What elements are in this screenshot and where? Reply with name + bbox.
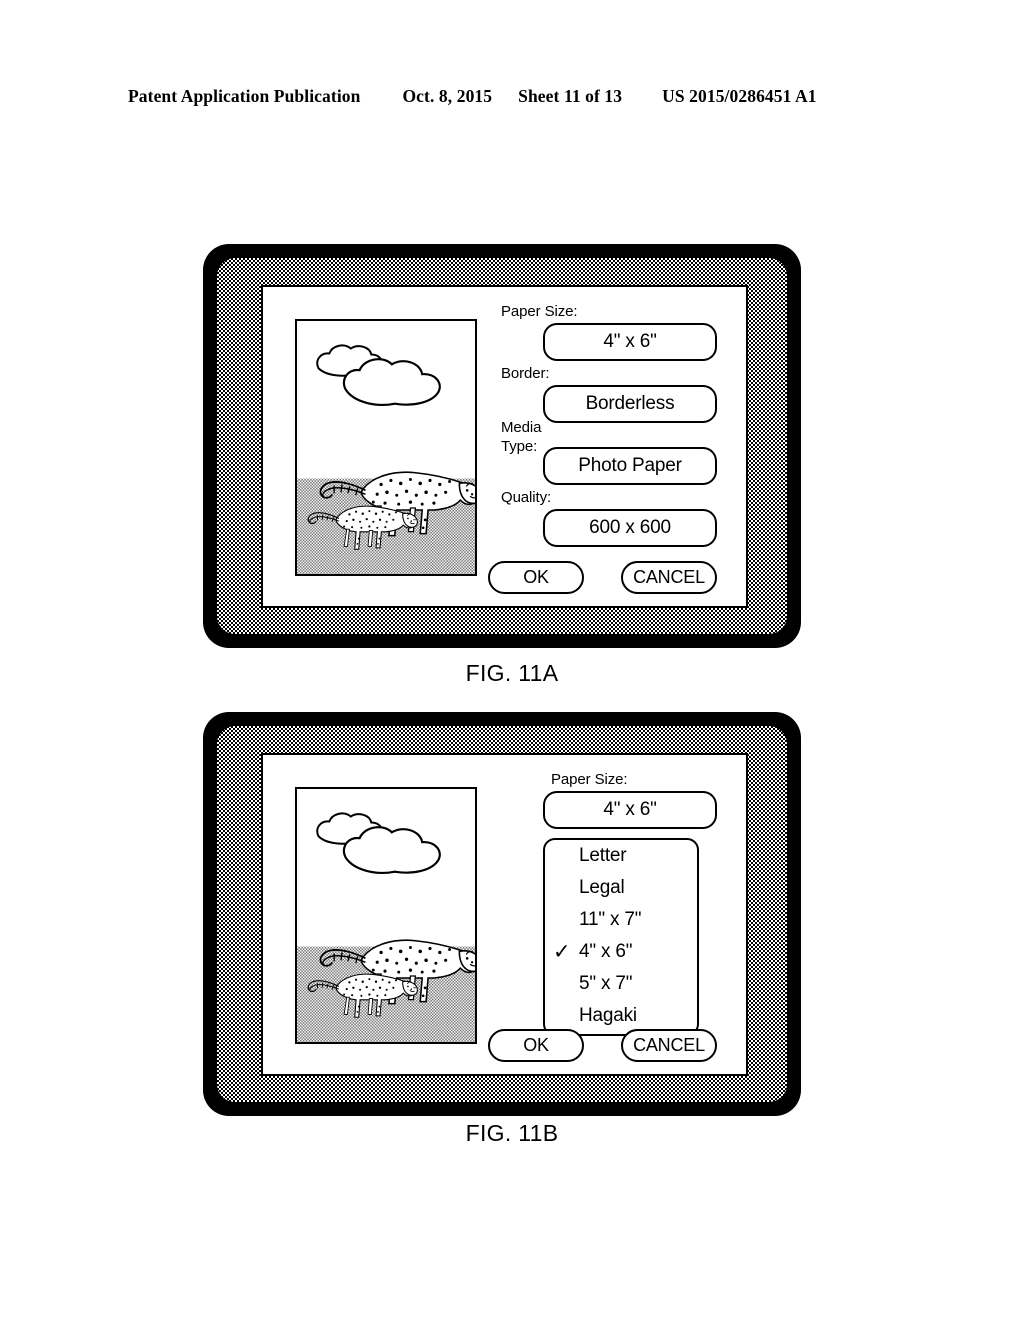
dropdown-option[interactable]: ✓ 11" x 7" (545, 904, 697, 936)
paper-size-label: Paper Size: (551, 771, 628, 788)
dropdown-option-label: Legal (579, 877, 625, 898)
media-type-label-line2: Type: (501, 438, 538, 455)
dropdown-option[interactable]: ✓ Legal (545, 872, 697, 904)
publication-label: Patent Application Publication (128, 86, 361, 106)
paper-size-combo[interactable]: 4" x 6" (543, 323, 717, 361)
dropdown-option[interactable]: ✓ Letter (545, 840, 697, 872)
ok-button[interactable]: OK (488, 561, 584, 594)
sheet-number: Sheet 11 of 13 (518, 86, 623, 106)
paper-size-combo[interactable]: 4" x 6" (543, 791, 717, 829)
dropdown-option-label: Hagaki (579, 1005, 637, 1026)
border-label: Border: (501, 365, 550, 382)
cheetah-photo-illustration (297, 321, 475, 574)
figure-caption-11b: FIG. 11B (465, 1120, 559, 1146)
media-type-label-line1: Media (501, 419, 542, 436)
dropdown-option-label: 4" x 6" (579, 941, 633, 962)
print-settings-panel-11a: Paper Size: 4" x 6" Border: Borderless M… (488, 297, 743, 602)
device-mockup-11b: Paper Size: 4" x 6" ✓ Letter ✓ Legal ✓ 1… (203, 712, 801, 1116)
patent-number: US 2015/0286451 A1 (662, 86, 817, 106)
dropdown-option[interactable]: ✓ 5" x 7" (545, 968, 697, 1000)
ok-button[interactable]: OK (488, 1029, 584, 1062)
checkmark-icon: ✓ (553, 939, 571, 964)
patent-header: Patent Application Publication Oct. 8, 2… (128, 86, 896, 107)
figure-caption-11a: FIG. 11A (465, 660, 559, 686)
cheetah-photo-illustration (297, 789, 475, 1042)
border-combo[interactable]: Borderless (543, 385, 717, 423)
cancel-button[interactable]: CANCEL (621, 1029, 717, 1062)
quality-combo[interactable]: 600 x 600 (543, 509, 717, 547)
paper-size-dropdown-list[interactable]: ✓ Letter ✓ Legal ✓ 11" x 7" ✓ 4" x 6" ✓ (543, 838, 699, 1036)
dropdown-option-label: Letter (579, 845, 627, 866)
photo-preview-11b[interactable] (295, 787, 477, 1044)
dropdown-option[interactable]: ✓ Hagaki (545, 1000, 697, 1032)
device-screen-11a: Paper Size: 4" x 6" Border: Borderless M… (261, 285, 748, 608)
dropdown-option-label: 11" x 7" (579, 909, 642, 930)
quality-label: Quality: (501, 489, 552, 506)
cancel-button[interactable]: CANCEL (621, 561, 717, 594)
publication-date: Oct. 8, 2015 (402, 86, 493, 106)
device-screen-11b: Paper Size: 4" x 6" ✓ Letter ✓ Legal ✓ 1… (261, 753, 748, 1076)
photo-preview-11a[interactable] (295, 319, 477, 576)
paper-size-label: Paper Size: (501, 303, 578, 320)
dropdown-option-label: 5" x 7" (579, 973, 633, 994)
dropdown-option-selected[interactable]: ✓ 4" x 6" (545, 936, 697, 968)
device-mockup-11a: Paper Size: 4" x 6" Border: Borderless M… (203, 244, 801, 648)
print-settings-panel-11b: Paper Size: 4" x 6" ✓ Letter ✓ Legal ✓ 1… (488, 765, 743, 1070)
media-type-combo[interactable]: Photo Paper (543, 447, 717, 485)
